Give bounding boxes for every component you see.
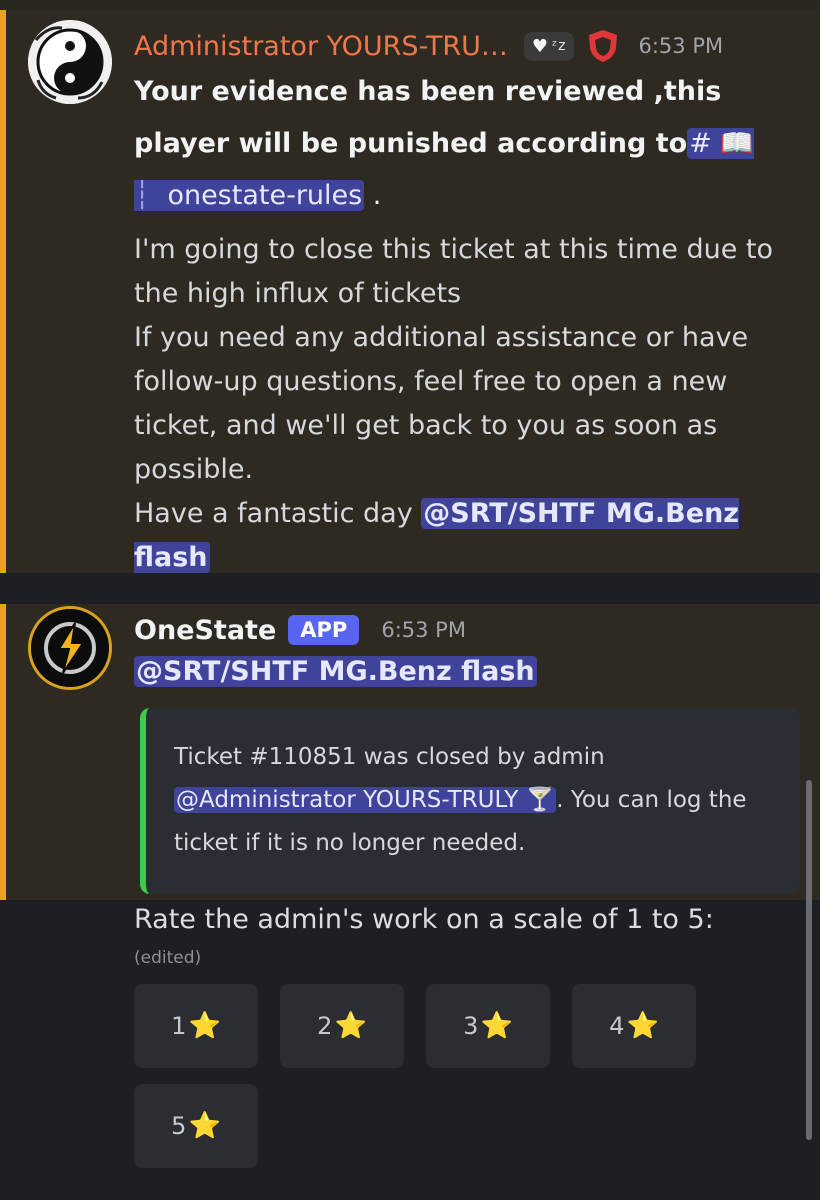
message-body: I'm going to close this ticket at this t… [134,228,814,580]
rate-3-button[interactable]: 3 ⭐ [426,984,550,1068]
message-header: OneState APP 6:53 PM [134,608,466,652]
yin-yang-icon [28,20,112,104]
app-tag: APP [288,615,360,645]
message-header: Administrator YOURS-TRU… ♥ ᶻz 6:53 PM [134,20,723,72]
embed-text: Ticket #110851 was closed by admin @Admi… [174,736,784,865]
heart-icon: ♥ [531,35,548,57]
author-name[interactable]: Administrator YOURS-TRU… [134,31,508,62]
rate-1-button[interactable]: 1 ⭐ [134,984,258,1068]
rate-3-label: 3 [463,1012,479,1040]
bold-lead: Your evidence has been reviewed ,this pl… [134,76,722,159]
top-edge [0,0,820,10]
embed-lead: Ticket #110851 was closed by admin [174,744,605,770]
channel-hash: # [689,128,712,159]
status-badge: ♥ ᶻz [523,31,575,61]
rating-prompt: Rate the admin's work on a scale of 1 to… [134,904,714,935]
avatar-yin-yang[interactable] [28,20,112,104]
star-icon: ⭐ [334,1011,367,1041]
channel-name: onestate-rules [167,180,363,211]
message-bold-text: Your evidence has been reviewed ,this pl… [134,66,814,222]
channel-divider: ┆ [134,180,151,211]
timestamp: 6:53 PM [638,34,724,58]
rate-2-button[interactable]: 2 ⭐ [280,984,404,1068]
avatar-onestate[interactable] [28,606,112,690]
shield-icon [586,28,620,64]
message-admin: Administrator YOURS-TRU… ♥ ᶻz 6:53 PM Yo… [0,10,820,573]
star-icon: ⭐ [480,1011,513,1041]
embed-card: Ticket #110851 was closed by admin @Admi… [140,708,800,894]
rate-4-label: 4 [609,1012,625,1040]
bold-end: . [364,180,382,211]
paragraph-3: Have a fantastic day @SRT/SHTF MG.Benz f… [134,492,814,580]
rate-5-button[interactable]: 5 ⭐ [134,1084,258,1168]
lightning-logo-icon [31,609,109,687]
user-mention[interactable]: @SRT/SHTF MG.Benz flash [134,656,537,687]
rate-5-label: 5 [171,1112,187,1140]
rate-1-label: 1 [171,1012,187,1040]
embed-line-2: @Administrator YOURS-TRULY 🍸. You can lo… [174,779,784,865]
author-name[interactable]: OneState [134,615,276,646]
book-icon: 📖 [720,128,755,159]
star-icon: ⭐ [626,1011,659,1041]
paragraph-1: I'm going to close this ticket at this t… [134,234,774,309]
scrollbar[interactable] [806,780,812,1140]
rate-2-label: 2 [317,1012,333,1040]
message-gap [0,573,820,604]
edited-label: (edited) [134,948,202,968]
paragraph-3-lead: Have a fantastic day [134,498,422,529]
paragraph-2: If you need any additional assistance or… [134,322,749,485]
timestamp: 6:53 PM [381,618,466,642]
message-bot: OneState APP 6:53 PM @SRT/SHTF MG.Benz f… [0,604,820,900]
bot-mention-line: @SRT/SHTF MG.Benz flash [134,652,537,692]
admin-mention[interactable]: @Administrator YOURS-TRULY 🍸 [174,787,557,813]
star-icon: ⭐ [188,1011,221,1041]
sleep-zzz-icon: ᶻz [552,38,567,54]
rate-4-button[interactable]: 4 ⭐ [572,984,696,1068]
star-icon: ⭐ [188,1111,221,1141]
